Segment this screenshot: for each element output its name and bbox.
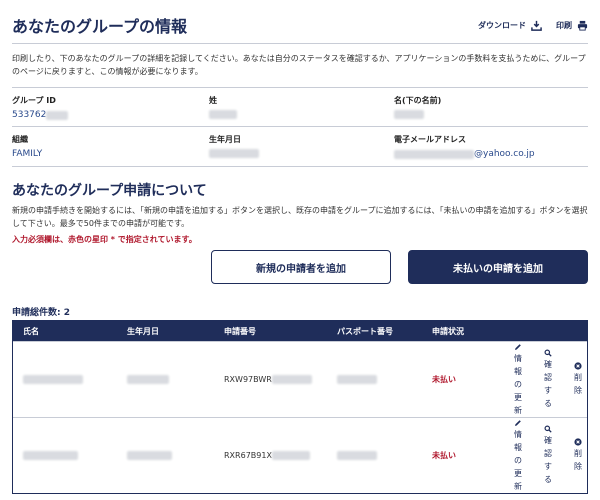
delete-button[interactable]: 削 除 [563, 342, 593, 417]
dob-label: 生年月日 [209, 135, 241, 144]
intro-text: 印刷したり、下のあなたのグループの詳細を記録してください。あなたは自分のステータ… [12, 54, 586, 76]
org-cell: 組織 FAMILY [12, 134, 209, 159]
group-id-value: 533762 [12, 110, 209, 120]
given-name-value [394, 110, 564, 119]
cell-dob [117, 375, 214, 384]
redacted-text [46, 110, 69, 120]
search-icon [544, 349, 552, 357]
redacted-text [209, 149, 259, 158]
print-label: 印刷 [556, 20, 572, 30]
table-header: 氏名 生年月日 申請番号 パスポート番号 申請状況 [13, 321, 587, 341]
column-header-dob: 生年月日 [127, 326, 159, 336]
org-label: 組織 [12, 135, 28, 144]
row-actions: 情 報 の 更 新 確 認 す る 削 除 [503, 418, 593, 493]
redacted-text [394, 149, 474, 159]
page-title: あなたのグループの情報 [12, 17, 188, 36]
cell-name [13, 451, 117, 460]
update-info-label: 情 報 の 更 新 [514, 429, 522, 491]
applications-description: 新規の申請手続きを開始するには、「新規の申請を追加する」ボタンを選択し、既存の申… [12, 206, 588, 228]
add-unpaid-application-button[interactable]: 未払いの申請を追加 [408, 250, 588, 284]
group-id-cell: グループ ID 533762 [12, 95, 209, 120]
delete-label: 削 除 [574, 373, 582, 395]
printer-icon [577, 20, 588, 31]
confirm-button[interactable]: 確 認 す る [533, 418, 563, 493]
info-divider-2 [12, 166, 588, 167]
total-applications: 申請総件数: 2 [12, 308, 70, 318]
group-info-row-2: 組織 FAMILY 生年月日 電子メールアドレス @yahoo.co.jp [12, 134, 588, 159]
group-id-label: グループ ID [12, 96, 56, 105]
redacted-text [127, 451, 172, 460]
print-link[interactable]: 印刷 [556, 20, 588, 31]
redacted-text [23, 375, 83, 384]
applications-table: 氏名 生年月日 申請番号 パスポート番号 申請状況 RXW97BWR 未払い 情… [12, 320, 588, 494]
dob-cell: 生年月日 [209, 134, 394, 159]
redacted-text [337, 375, 377, 384]
redacted-text [394, 110, 424, 119]
info-divider-1 [12, 126, 588, 127]
group-id-text: 533762 [12, 110, 47, 120]
cell-name [13, 375, 117, 384]
table-row: RXR67B91X 未払い 情 報 の 更 新 確 認 す る 削 除 [13, 417, 587, 493]
email-domain-text: @yahoo.co.jp [474, 149, 535, 159]
surname-value [209, 110, 394, 119]
confirm-button[interactable]: 確 認 す る [533, 342, 563, 417]
row-actions: 情 報 の 更 新 確 認 す る 削 除 [503, 342, 593, 417]
intro-divider [12, 87, 588, 88]
table-row: RXW97BWR 未払い 情 報 の 更 新 確 認 す る 削 除 [13, 341, 587, 417]
status-badge: 未払い [432, 375, 456, 384]
surname-label: 姓 [209, 96, 217, 105]
cell-dob [117, 451, 214, 460]
email-value: @yahoo.co.jp [394, 149, 564, 159]
redacted-text [23, 451, 78, 460]
status-badge: 未払い [432, 451, 456, 460]
cell-passport [327, 375, 422, 384]
column-header-status: 申請状況 [432, 326, 464, 336]
redacted-text [271, 451, 310, 460]
group-info-row-1: グループ ID 533762 姓 名(下の名前) [12, 95, 588, 120]
delete-button[interactable]: 削 除 [563, 418, 593, 493]
column-header-name: 氏名 [23, 326, 39, 336]
group-info-page: あなたのグループの情報 ダウンロード 印刷 印刷したり、下のあなたのグループの詳… [0, 0, 600, 500]
email-label: 電子メールアドレス [394, 135, 466, 144]
update-info-button[interactable]: 情 報 の 更 新 [503, 418, 533, 493]
add-new-applicant-button[interactable]: 新規の申請者を追加 [211, 250, 391, 284]
pencil-icon [515, 419, 521, 426]
applications-title: あなたのグループ申請について [12, 183, 207, 199]
column-header-app-number: 申請番号 [224, 326, 256, 336]
pencil-icon [515, 343, 521, 350]
redacted-text [209, 110, 237, 119]
update-info-label: 情 報 の 更 新 [514, 353, 522, 415]
confirm-label: 確 認 す る [544, 360, 552, 408]
required-note: 入力必須欄は、赤色の星印 * で指定されています。 [12, 235, 197, 244]
search-icon [544, 425, 552, 433]
download-icon [531, 20, 542, 31]
page-header: あなたのグループの情報 ダウンロード 印刷 [12, 10, 588, 40]
given-name-label: 名(下の名前) [394, 96, 442, 105]
header-divider [12, 43, 588, 44]
redacted-text [271, 375, 312, 384]
cell-passport [327, 451, 422, 460]
app-number-text: RXW97BWR [224, 375, 272, 384]
redacted-text [127, 375, 169, 384]
given-name-cell: 名(下の名前) [394, 95, 564, 120]
header-actions: ダウンロード 印刷 [478, 20, 588, 31]
confirm-label: 確 認 す る [544, 436, 552, 484]
dob-value [209, 149, 394, 158]
email-cell: 電子メールアドレス @yahoo.co.jp [394, 134, 564, 159]
redacted-text [337, 451, 377, 460]
cell-app-number: RXR67B91X [214, 451, 327, 460]
delete-label: 削 除 [574, 449, 582, 471]
update-info-button[interactable]: 情 報 の 更 新 [503, 342, 533, 417]
surname-cell: 姓 [209, 95, 394, 120]
download-link[interactable]: ダウンロード [478, 20, 542, 31]
download-label: ダウンロード [478, 20, 526, 30]
close-circle-icon [574, 438, 582, 446]
app-number-text: RXR67B91X [224, 451, 272, 460]
org-value: FAMILY [12, 149, 43, 159]
column-header-passport: パスポート番号 [337, 326, 393, 336]
cell-app-number: RXW97BWR [214, 375, 327, 384]
close-circle-icon [574, 362, 582, 370]
